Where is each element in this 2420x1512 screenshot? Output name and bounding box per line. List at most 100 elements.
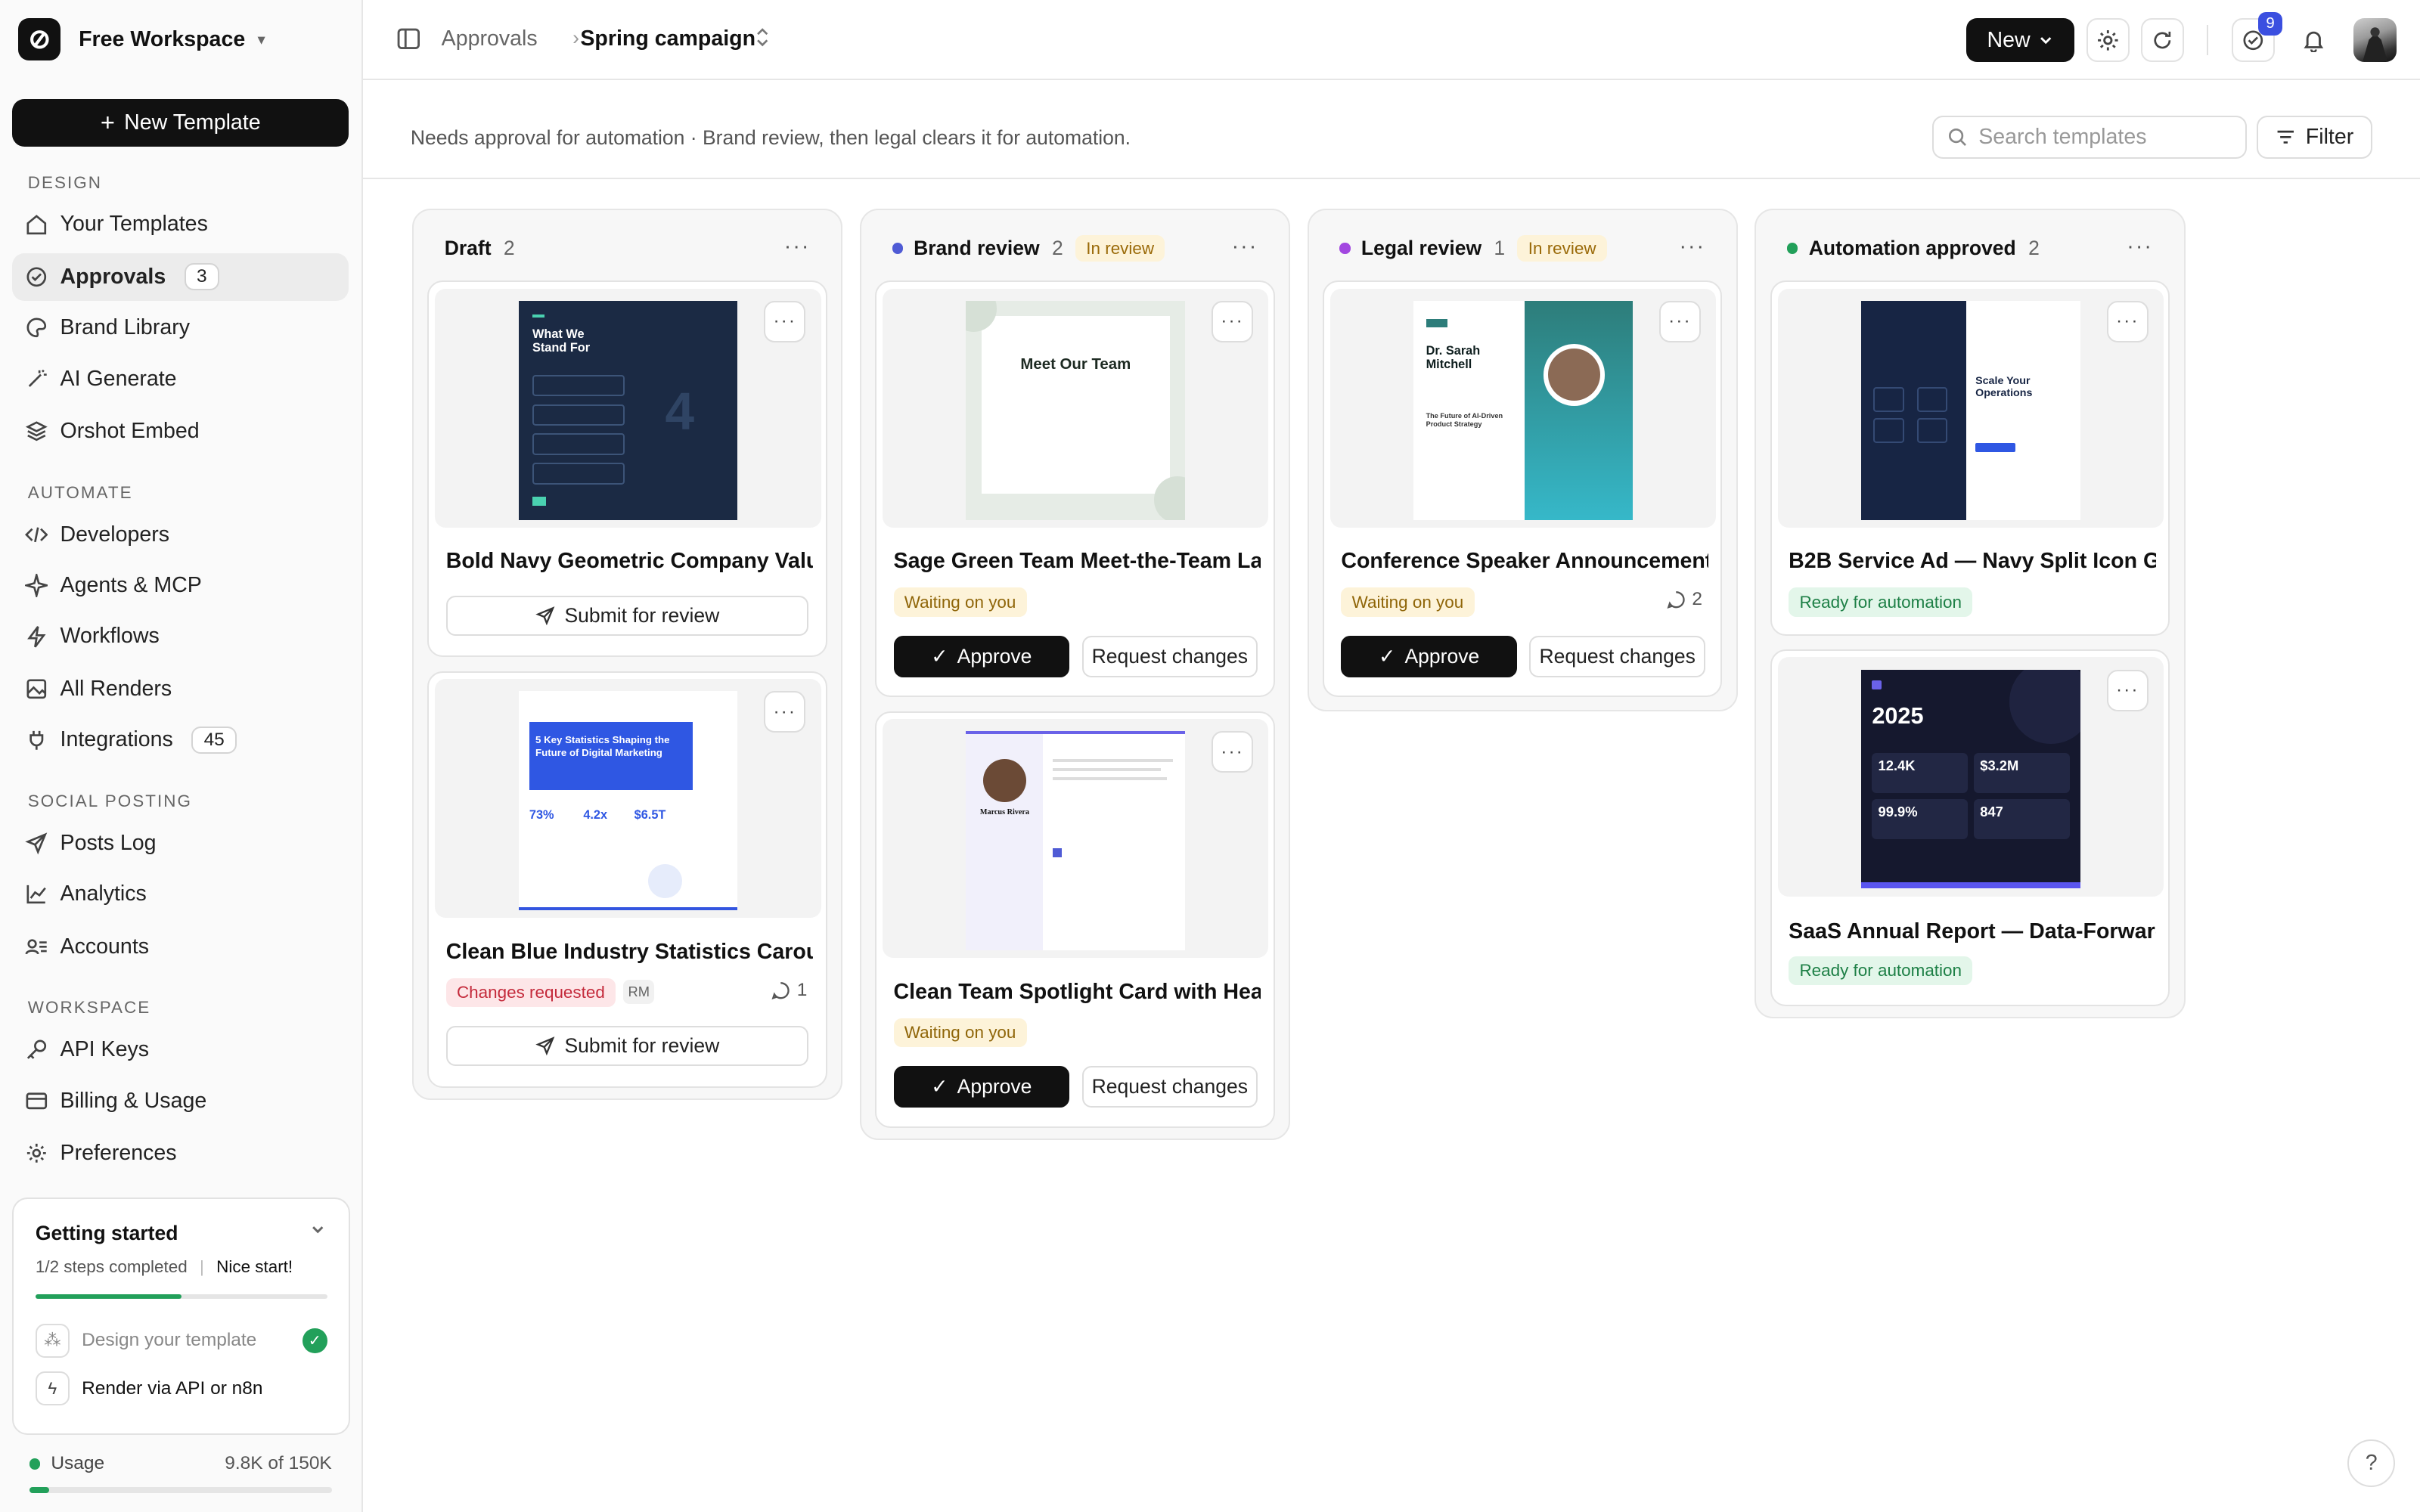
chevron-updown-icon[interactable]: [755, 26, 770, 54]
filter-button[interactable]: Filter: [2256, 116, 2372, 160]
key-icon: [25, 1038, 48, 1061]
request-changes-button[interactable]: Request changes: [1081, 1066, 1258, 1108]
column-more-icon[interactable]: ···: [2127, 234, 2153, 259]
sidebar-item-accounts[interactable]: Accounts: [12, 922, 349, 970]
column-more-icon[interactable]: ···: [1232, 234, 1258, 259]
sidebar-toggle-icon[interactable]: [396, 26, 421, 51]
thumbnail-b2b-ad: Scale Your Operations: [1861, 300, 2080, 520]
request-label: Request changes: [1539, 644, 1696, 668]
template-card[interactable]: Scale Your Operations ··· B2B Service Ad…: [1770, 280, 2170, 636]
status-badge: Waiting on you: [893, 587, 1027, 617]
submit-for-review-button[interactable]: Submit for review: [445, 1026, 809, 1067]
approve-button[interactable]: ✓ Approve: [893, 635, 1070, 677]
sidebar-item-orshot-embed[interactable]: Orshot Embed: [12, 407, 349, 455]
column-title: Legal review: [1360, 237, 1482, 259]
sidebar-item-all-renders[interactable]: All Renders: [12, 665, 349, 713]
breadcrumb-approvals[interactable]: Approvals: [442, 26, 538, 51]
sidebar-item-label: Developers: [60, 522, 170, 547]
card-more-button[interactable]: ···: [764, 691, 806, 733]
card-more-button[interactable]: ···: [1658, 300, 1701, 342]
column-header: Automation approved 2: [1787, 236, 2040, 261]
new-template-button[interactable]: + New Template: [12, 98, 349, 147]
sidebar-item-agents-mcp[interactable]: Agents & MCP: [12, 562, 349, 609]
card-title: Clean Team Spotlight Card with Headshot: [893, 979, 1261, 1004]
card-more-button[interactable]: ···: [2106, 300, 2149, 342]
section-automate: AUTOMATE: [27, 482, 133, 502]
card-more-button[interactable]: ···: [1212, 300, 1254, 342]
status-badge: Ready for automation: [1789, 587, 1973, 617]
sidebar-item-developers[interactable]: Developers: [12, 511, 349, 559]
sparkle-icon: [24, 574, 48, 597]
breadcrumb-current[interactable]: Spring campaign: [580, 26, 755, 51]
template-card[interactable]: What We Stand For 4 ··· Bold Navy Geometr…: [427, 280, 827, 658]
card-more-button[interactable]: ···: [2106, 669, 2149, 711]
sidebar-item-label: AI Generate: [60, 366, 177, 391]
refresh-button[interactable]: [2140, 18, 2184, 62]
workspace-switcher[interactable]: Free Workspace ▾: [18, 18, 265, 60]
sidebar-item-posts-log[interactable]: Posts Log: [12, 820, 349, 867]
template-card[interactable]: Meet Our Team ··· Sage Green Team Meet-t…: [875, 280, 1275, 698]
sidebar-item-analytics[interactable]: Analytics: [12, 870, 349, 918]
sidebar-item-approvals[interactable]: Approvals 3: [12, 253, 349, 301]
sidebar-item-label: Billing & Usage: [60, 1088, 207, 1113]
sidebar-item-label: API Keys: [60, 1037, 150, 1062]
column-automation-approved: Automation approved 2 ··· Scale Your Ope…: [1754, 208, 2186, 1018]
card-title: Bold Navy Geometric Company Values Carou…: [445, 549, 814, 574]
sidebar-item-your-templates[interactable]: Your Templates: [12, 200, 349, 248]
new-button[interactable]: New: [1965, 18, 2074, 62]
step-design-template[interactable]: ⁂ Design your template ✓: [35, 1323, 327, 1358]
bolt-icon: [25, 625, 48, 649]
top-header: Approvals › Spring campaign New 9: [362, 0, 2420, 81]
status-badge: Waiting on you: [893, 1018, 1027, 1048]
submit-for-review-button[interactable]: Submit for review: [445, 595, 809, 636]
column-more-icon[interactable]: ···: [1679, 234, 1705, 259]
approve-button[interactable]: ✓ Approve: [1341, 635, 1517, 677]
thumb-stat: 847: [1980, 804, 2003, 820]
card-title: Clean Blue Industry Statistics Carousel: [445, 939, 814, 964]
template-card[interactable]: Marcus Rivera ··· Clean Team Spotlight C…: [875, 711, 1275, 1128]
approvals-inbox-button[interactable]: 9: [2231, 12, 2283, 62]
chevron-down-icon: ▾: [257, 31, 265, 48]
sidebar-item-workflows[interactable]: Workflows: [12, 612, 349, 660]
sidebar-item-label: Your Templates: [60, 212, 208, 237]
sidebar-item-preferences[interactable]: Preferences: [12, 1129, 349, 1177]
sidebar-item-integrations[interactable]: Integrations 45: [12, 716, 349, 764]
user-avatar[interactable]: [2353, 18, 2397, 62]
step-render-api[interactable]: ϟ Render via API or n8n: [35, 1371, 327, 1406]
column-more-icon[interactable]: ···: [784, 234, 811, 259]
sidebar-item-brand-library[interactable]: Brand Library: [12, 304, 349, 352]
request-changes-button[interactable]: Request changes: [1081, 635, 1258, 677]
chevron-down-icon[interactable]: [309, 1220, 327, 1244]
status-badge: Changes requested: [445, 978, 616, 1007]
chevron-down-icon: [2040, 36, 2052, 45]
notifications-button[interactable]: [2291, 18, 2335, 62]
request-changes-button[interactable]: Request changes: [1529, 635, 1705, 677]
check-icon: ✓: [931, 1075, 948, 1098]
gear-icon: [25, 1142, 48, 1165]
search-input[interactable]: Search templates: [1932, 116, 2248, 160]
reviewer-avatar: RM: [623, 979, 655, 1005]
template-card[interactable]: Dr. Sarah Mitchell The Future of AI-Driv…: [1322, 280, 1723, 698]
image-icon: [25, 677, 48, 701]
thumbnail-saas-report: 2025 12.4K $3.2M 99.9% 847: [1861, 669, 2080, 889]
template-card[interactable]: 2025 12.4K $3.2M 99.9% 847 ··· SaaS Annu…: [1770, 649, 2170, 1006]
new-label: New: [1987, 27, 2031, 52]
approve-button[interactable]: ✓ Approve: [893, 1066, 1070, 1108]
template-thumbnail: Marcus Rivera: [883, 718, 1269, 959]
help-button[interactable]: ?: [2347, 1439, 2396, 1488]
sidebar-item-ai-generate[interactable]: AI Generate: [12, 355, 349, 402]
comments-count[interactable]: 2: [1666, 589, 1702, 610]
column-count: 2: [503, 237, 515, 259]
settings-button[interactable]: [2086, 18, 2130, 62]
template-card[interactable]: 5 Key Statistics Shaping the Future of D…: [427, 671, 827, 1088]
status-badge: Waiting on you: [1341, 587, 1475, 617]
sidebar-item-billing[interactable]: Billing & Usage: [12, 1077, 349, 1124]
getting-started-panel: Getting started 1/2 steps completed | Ni…: [12, 1197, 351, 1435]
comments-count[interactable]: 1: [771, 980, 807, 1001]
status-dot: [1339, 243, 1351, 254]
sidebar-item-api-keys[interactable]: API Keys: [12, 1026, 349, 1074]
card-more-button[interactable]: ···: [764, 300, 806, 342]
usage-row: Usage 9.8K of 150K: [29, 1453, 332, 1474]
column-brand-review: Brand review 2 In review ··· Meet Our Te…: [859, 208, 1291, 1141]
card-more-button[interactable]: ···: [1212, 731, 1254, 773]
